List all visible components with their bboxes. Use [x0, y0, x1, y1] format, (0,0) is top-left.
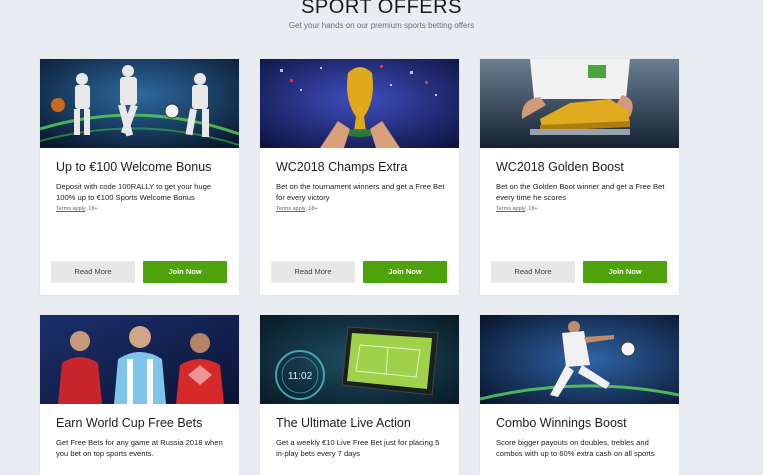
join-now-button[interactable]: Join Now	[583, 261, 667, 283]
offer-description: Deposit with code 100RALLY to get your h…	[56, 182, 212, 202]
offer-title: Up to €100 Welcome Bonus	[56, 160, 212, 174]
offer-image-football-players[interactable]	[40, 59, 239, 148]
offer-title: Combo Winnings Boost	[496, 416, 627, 430]
read-more-button[interactable]: Read More	[51, 261, 135, 283]
offer-image-live-phone[interactable]: 11:02	[260, 315, 459, 404]
phone-clock-text: 11:02	[288, 371, 313, 382]
offer-card-golden-boost: WC2018 Golden Boost Bet on the Golden Bo…	[480, 59, 679, 295]
offer-description: Get a weekly €10 Live Free Bet just for …	[276, 438, 440, 458]
offer-card-combo-boost: Combo Winnings Boost Score bigger payout…	[480, 315, 679, 475]
read-more-button[interactable]: Read More	[491, 261, 575, 283]
read-more-button[interactable]: Read More	[271, 261, 355, 283]
terms-link[interactable]: Terms apply	[496, 206, 525, 212]
offer-image-world-cup-players[interactable]	[40, 315, 239, 404]
join-now-button[interactable]: Join Now	[363, 261, 447, 283]
offer-description: Score bigger payouts on doubles, trebles…	[496, 438, 655, 458]
offer-card-world-cup-free-bets: Earn World Cup Free Bets Get Free Bets f…	[40, 315, 239, 475]
offer-image-striker[interactable]	[480, 315, 679, 404]
join-now-button[interactable]: Join Now	[143, 261, 227, 283]
offer-title: WC2018 Champs Extra	[276, 160, 408, 174]
offer-description: Bet on the tournament winners and get a …	[276, 182, 445, 202]
offer-card-live-action: 11:02 The Ultimate Live Action Get a wee…	[260, 315, 459, 475]
offer-title: WC2018 Golden Boost	[496, 160, 624, 174]
offer-description: Bet on the Golden Boot winner and get a …	[496, 182, 665, 202]
offer-title: Earn World Cup Free Bets	[56, 416, 203, 430]
terms-age: , 18+	[305, 206, 318, 212]
offer-card-welcome-bonus: Up to €100 Welcome Bonus Deposit with co…	[40, 59, 239, 295]
terms-age: , 18+	[85, 206, 98, 212]
offer-terms: Terms apply, 18+	[496, 206, 538, 212]
offer-description: Get Free Bets for any game at Russia 201…	[56, 438, 223, 458]
offer-title: The Ultimate Live Action	[276, 416, 411, 430]
page-title: SPORT OFFERS	[301, 0, 462, 18]
offer-card-champs-extra: WC2018 Champs Extra Bet on the tournamen…	[260, 59, 459, 295]
offer-terms: Terms apply, 18+	[56, 206, 98, 212]
offer-terms: Terms apply, 18+	[276, 206, 318, 212]
page-subtitle: Get your hands on our premium sports bet…	[288, 21, 475, 30]
offer-image-golden-boot[interactable]	[480, 59, 679, 148]
terms-link[interactable]: Terms apply	[56, 206, 85, 212]
terms-age: , 18+	[525, 206, 538, 212]
terms-link[interactable]: Terms apply	[276, 206, 305, 212]
offer-image-trophy[interactable]	[260, 59, 459, 148]
